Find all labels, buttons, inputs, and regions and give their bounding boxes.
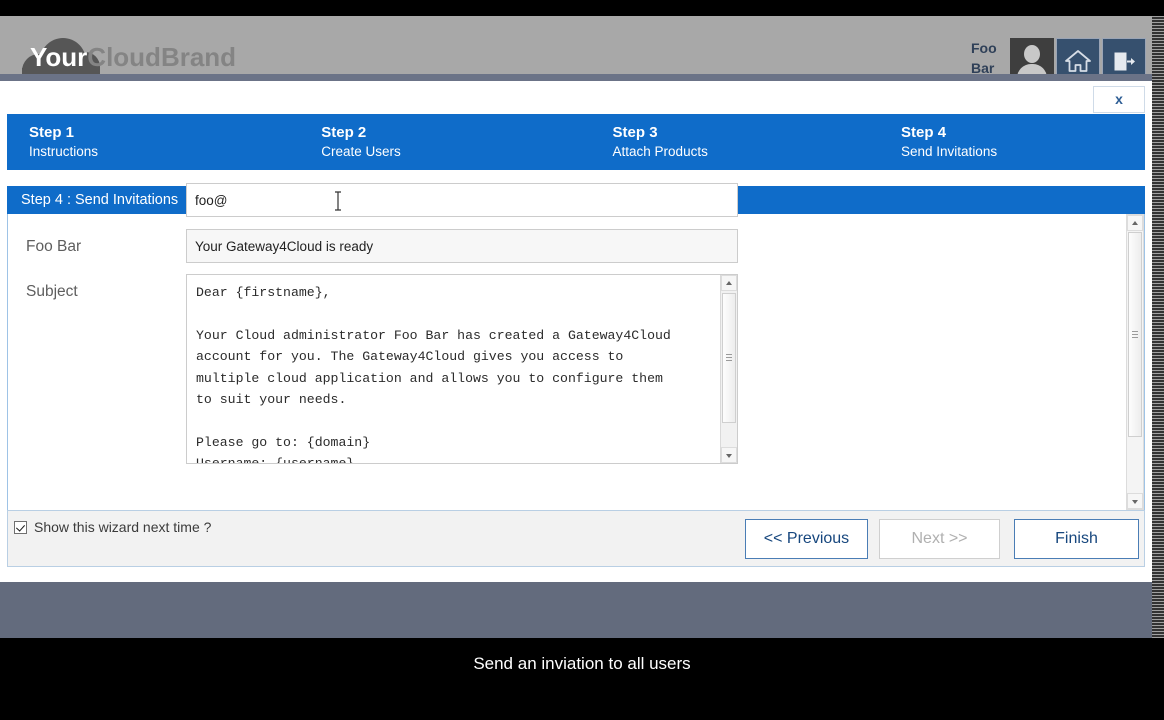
brand-header: YourCloudBrand Foo Bar [0,16,1152,86]
subject-input[interactable] [186,229,738,263]
wizard-step-3-title: Step 3 [612,124,658,141]
wizard-step-2-title: Step 2 [321,124,367,141]
wizard-step-1[interactable]: Step 1 Instructions [7,123,299,161]
textarea-scroll-up-icon[interactable] [721,275,737,291]
close-row: x [0,86,1152,114]
panel-scrollbar[interactable] [1126,214,1144,510]
show-wizard-checkbox[interactable] [14,520,27,534]
user-name: Foo Bar [971,38,1013,78]
show-wizard-checkbox-group[interactable]: Show this wizard next time ? [14,519,211,535]
email-field-label: Foo Bar [26,238,82,255]
wizard-step-4-subtitle: Send Invitations [901,144,998,159]
user-name-first: Foo [971,40,997,56]
wizard-steps: Step 1 Instructions Step 2 Create Users … [7,114,1145,170]
brand-logo-prefix: Your [30,42,88,72]
wizard-footer: Show this wizard next time ? << Previous… [7,510,1145,567]
wizard-step-1-subtitle: Instructions [29,144,99,159]
wizard-step-3[interactable]: Step 3 Attach Products [591,123,879,161]
message-body-textarea[interactable]: Dear {firstname}, Your Cloud administrat… [186,274,738,464]
textarea-scroll-thumb[interactable] [722,293,736,423]
header-separator [0,74,1152,81]
panel-bottom-gap [0,574,1152,582]
subject-field-label: Subject [26,283,78,300]
top-black-bar [0,0,1164,16]
brand-logo-suffix: CloudBrand [87,42,237,72]
wizard-step-4-title: Step 4 [901,124,947,141]
panel-scroll-thumb[interactable] [1128,232,1142,437]
textarea-scroll-down-icon[interactable] [721,447,737,463]
email-input[interactable] [186,183,738,217]
panel-scroll-up-icon[interactable] [1127,215,1143,231]
close-icon[interactable]: x [1093,86,1145,113]
wizard-step-4[interactable]: Step 4 Send Invitations [879,123,1145,161]
brand-logo-text: YourCloudBrand [30,42,236,73]
next-button: Next >> [879,519,1000,559]
message-body-text: Dear {firstname}, Your Cloud administrat… [196,285,671,464]
page-scrollbar[interactable] [1152,16,1164,638]
wizard-step-2-subtitle: Create Users [321,144,401,159]
wizard-step-2[interactable]: Step 2 Create Users [299,123,590,161]
screen-root: YourCloudBrand Foo Bar x Step 1 Instruct… [0,0,1164,720]
caption-bar: Send an inviation to all users [0,638,1164,720]
wizard-step-3-subtitle: Attach Products [612,144,708,159]
wizard-step-1-title: Step 1 [29,124,75,141]
wizard-panel: x Step 1 Instructions Step 2 Create User… [0,86,1152,574]
finish-button[interactable]: Finish [1014,519,1139,559]
previous-button[interactable]: << Previous [745,519,868,559]
show-wizard-checkbox-label: Show this wizard next time ? [34,519,212,535]
page-body-area [0,582,1152,638]
textarea-scrollbar[interactable] [720,275,737,463]
panel-scroll-down-icon[interactable] [1127,493,1143,509]
